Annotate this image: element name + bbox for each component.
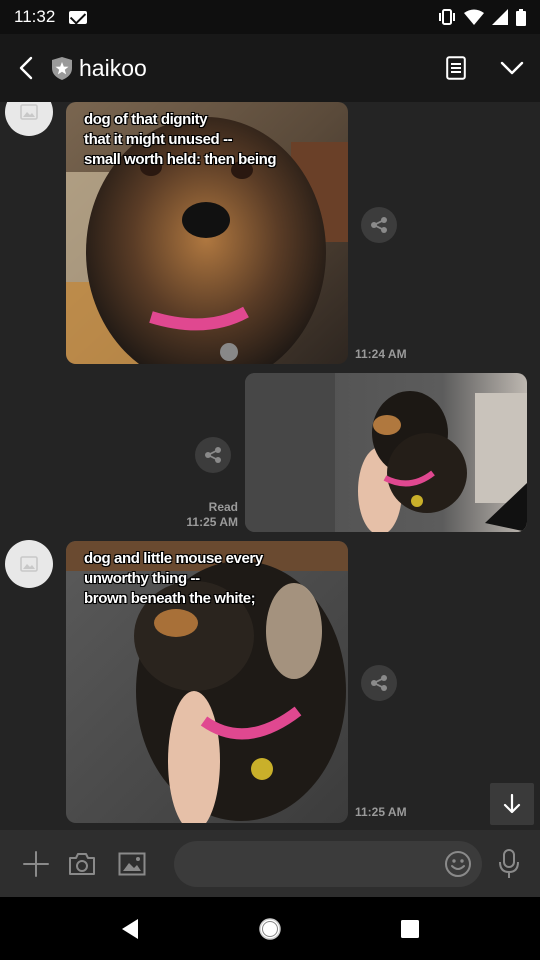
plus-icon <box>23 851 49 877</box>
read-receipt: Read <box>208 500 238 514</box>
message-time: 11:25 AM <box>186 515 238 529</box>
emoji-button[interactable] <box>438 844 478 884</box>
composer-bar <box>0 830 540 897</box>
nav-recents-button[interactable] <box>380 904 440 954</box>
message-list[interactable]: dog of that dignity that it might unused… <box>0 102 540 830</box>
message-input[interactable] <box>174 841 482 887</box>
wifi-icon <box>464 9 484 25</box>
status-bar: 11:32 <box>0 0 540 34</box>
circle-home-icon <box>259 917 281 940</box>
share-icon <box>371 675 387 691</box>
back-arrow-icon <box>19 56 33 80</box>
system-nav-bar <box>0 897 540 960</box>
nav-back-button[interactable] <box>100 904 160 954</box>
chevron-down-icon <box>500 61 524 75</box>
avatar[interactable] <box>5 540 53 588</box>
add-attachment-button[interactable] <box>13 841 59 887</box>
photo-caption: dog and little mouse every unworthy thin… <box>84 550 263 607</box>
message-photo[interactable]: dog of that dignity that it might unused… <box>66 102 348 364</box>
square-recents-icon <box>401 919 419 938</box>
share-button[interactable] <box>361 207 397 243</box>
status-time: 11:32 <box>14 7 56 26</box>
message-photo[interactable]: dog and little mouse every unworthy thin… <box>66 541 348 823</box>
message-time: 11:24 AM <box>355 347 407 361</box>
chat-title: haikoo <box>79 54 147 81</box>
nav-home-button[interactable] <box>240 904 300 954</box>
image-placeholder-icon <box>20 104 38 120</box>
message-photo[interactable] <box>245 373 527 532</box>
chat-header: haikoo <box>0 34 540 102</box>
vibrate-icon <box>438 9 456 25</box>
share-icon <box>205 447 221 463</box>
camera-button[interactable] <box>59 841 105 887</box>
back-button[interactable] <box>0 34 52 102</box>
menu-dropdown-button[interactable] <box>484 34 540 102</box>
camera-icon <box>69 853 95 875</box>
arrow-down-icon <box>503 794 521 814</box>
share-button[interactable] <box>195 437 231 473</box>
scroll-to-bottom-button[interactable] <box>490 783 534 825</box>
gallery-button[interactable] <box>109 841 155 887</box>
voice-input-button[interactable] <box>486 841 532 887</box>
dog-photo-image <box>245 373 527 532</box>
notes-button[interactable] <box>428 34 484 102</box>
status-icons <box>438 8 526 26</box>
cell-signal-icon <box>492 9 508 25</box>
share-button[interactable] <box>361 665 397 701</box>
gmail-notification-icon <box>69 10 88 24</box>
microphone-icon <box>499 849 519 878</box>
share-icon <box>371 217 387 233</box>
photo-caption: dog of that dignity that it might unused… <box>84 111 277 168</box>
avatar[interactable] <box>5 102 53 136</box>
image-icon <box>118 852 146 876</box>
message-time: 11:25 AM <box>355 805 407 819</box>
shield-star-icon <box>52 56 74 80</box>
image-placeholder-icon <box>20 556 38 572</box>
battery-icon <box>516 8 526 26</box>
notes-icon <box>446 56 466 80</box>
triangle-back-icon <box>122 918 138 939</box>
emoji-icon <box>445 851 471 877</box>
